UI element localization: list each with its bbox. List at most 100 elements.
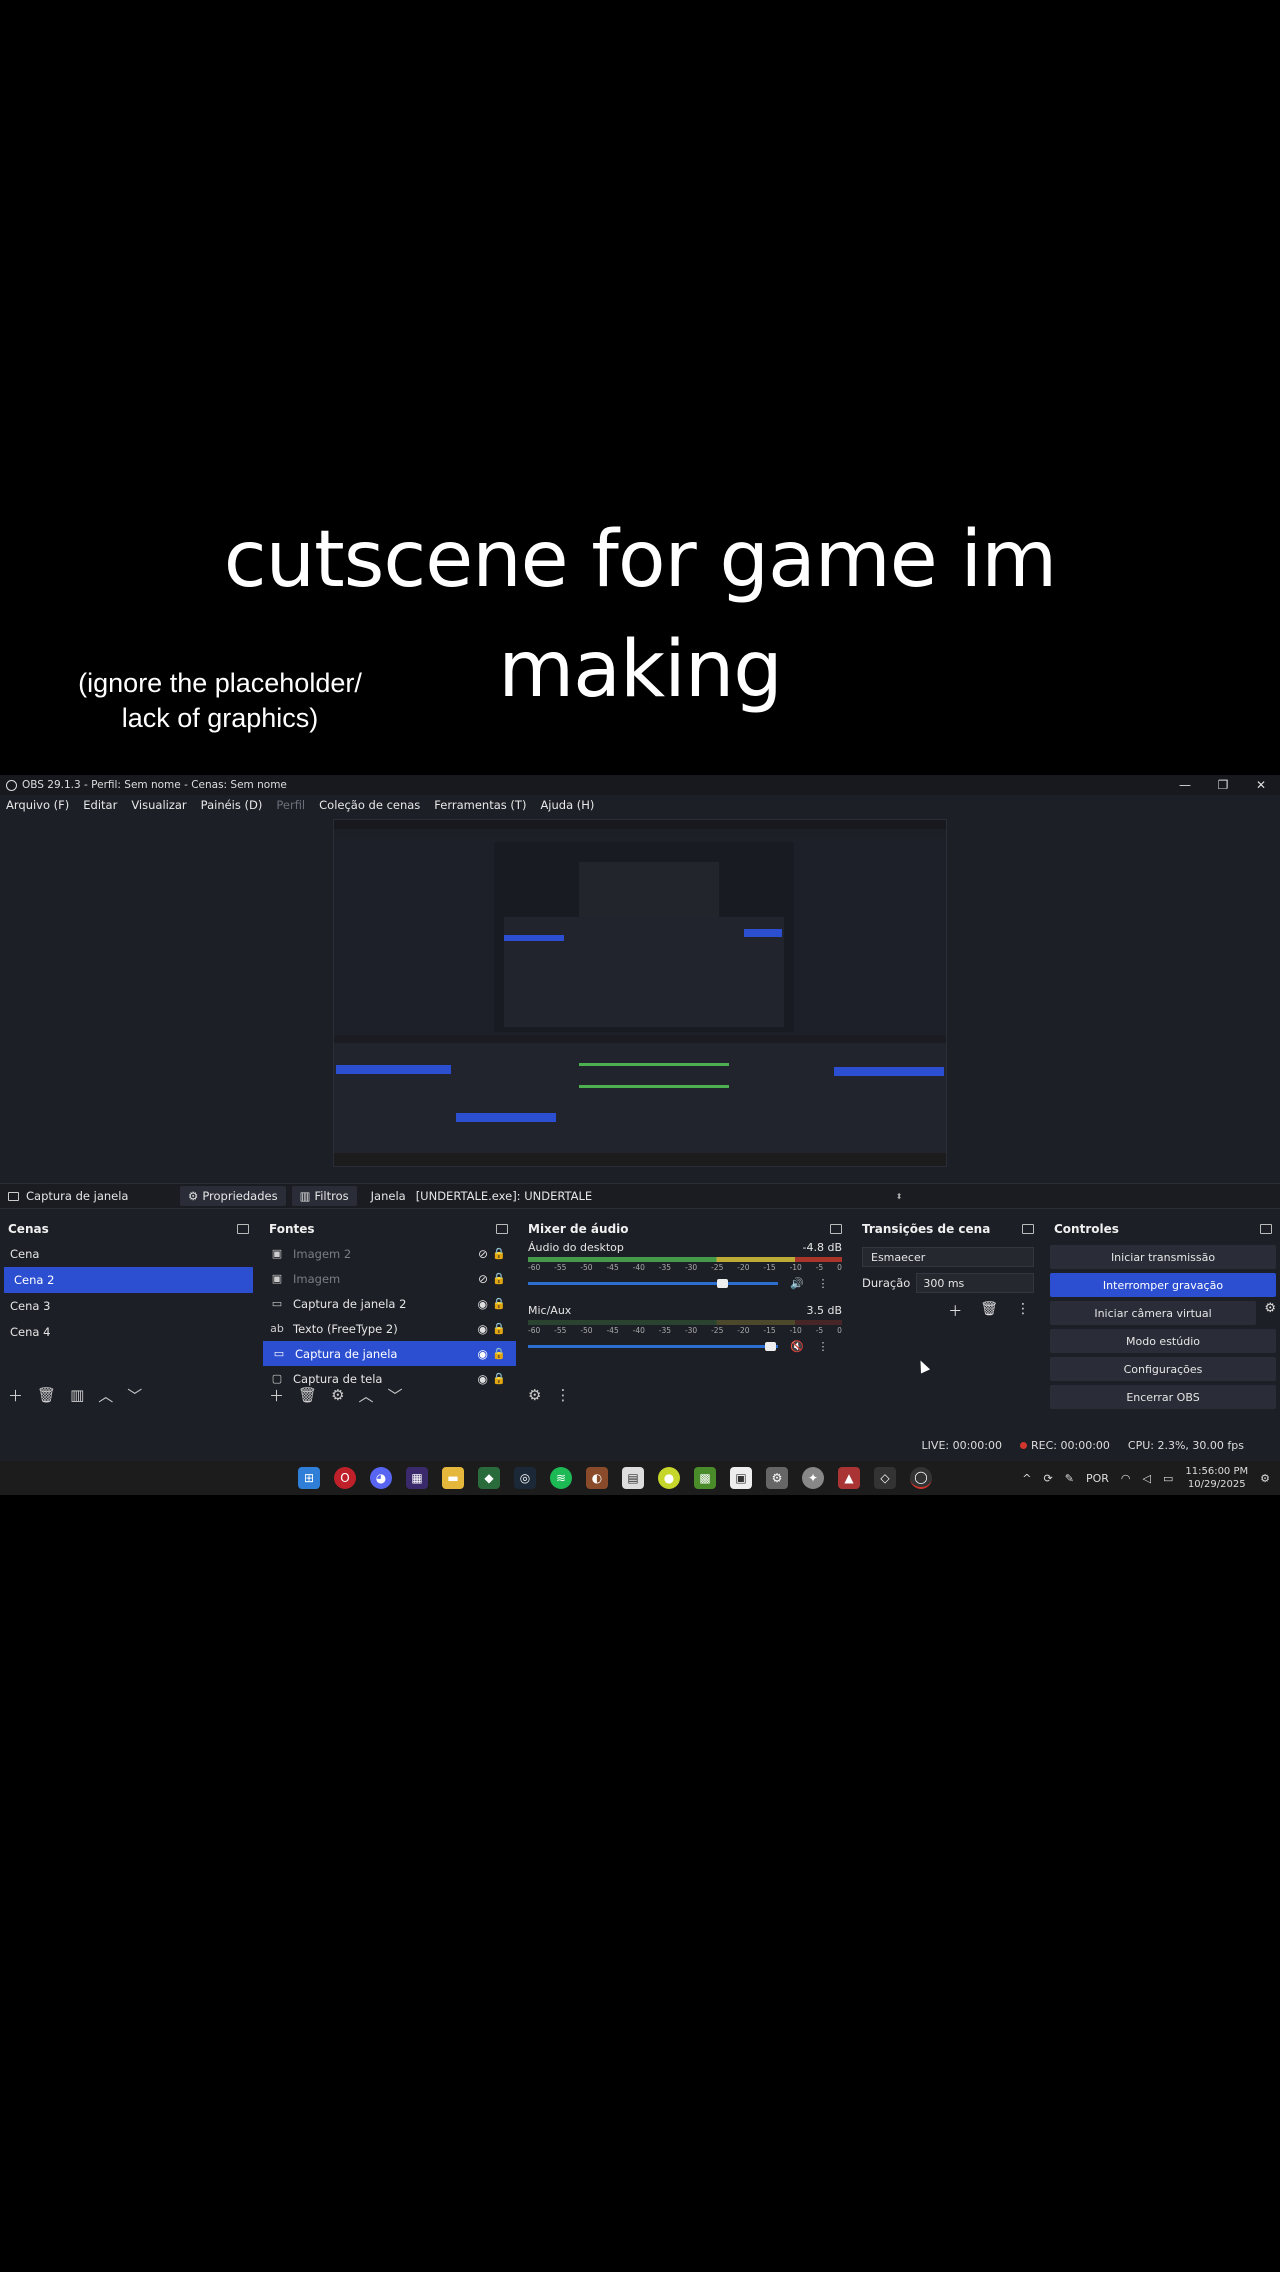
chevron-down-icon[interactable]: ﹀ xyxy=(388,1385,403,1406)
eye-hidden-icon[interactable]: ⊘ xyxy=(478,1247,488,1261)
filters-button[interactable]: ▥ Filtros xyxy=(291,1186,357,1206)
scene-item-selected[interactable]: Cena 2 xyxy=(4,1267,253,1293)
exit-button[interactable]: Encerrar OBS xyxy=(1050,1385,1276,1409)
lock-icon[interactable]: 🔒 xyxy=(492,1272,506,1285)
steam-icon[interactable]: ◎ xyxy=(514,1467,536,1489)
scene-item[interactable]: Cena xyxy=(0,1241,257,1267)
spotify-icon[interactable]: ≋ xyxy=(550,1467,572,1489)
lock-icon[interactable]: 🔒 xyxy=(492,1297,506,1310)
app-icon[interactable]: ▣ xyxy=(730,1467,752,1489)
undock-icon[interactable] xyxy=(1260,1224,1272,1234)
undock-icon[interactable] xyxy=(1022,1224,1034,1234)
undock-icon[interactable] xyxy=(237,1224,249,1234)
settings-button[interactable]: Configurações xyxy=(1050,1357,1276,1381)
chevron-up-icon[interactable]: ^ xyxy=(1022,1472,1031,1485)
settings-icon[interactable]: ⚙ xyxy=(766,1467,788,1489)
battery-icon[interactable]: ▭ xyxy=(1163,1472,1173,1485)
ide-icon[interactable]: ▦ xyxy=(406,1467,428,1489)
godot-icon[interactable]: ◇ xyxy=(874,1467,896,1489)
chevron-up-icon[interactable]: ︿ xyxy=(98,1385,113,1406)
trash-icon[interactable]: 🗑 xyxy=(298,1386,317,1404)
menu-profile[interactable]: Perfil xyxy=(276,798,305,812)
add-icon[interactable]: ＋ xyxy=(8,1385,23,1406)
source-item[interactable]: ab Texto (FreeType 2) ◉ 🔒 xyxy=(261,1316,516,1341)
minecraft-icon[interactable]: ▩ xyxy=(694,1467,716,1489)
kebab-menu-icon[interactable]: ⋮ xyxy=(816,1340,830,1353)
filter-icon[interactable]: ▥ xyxy=(70,1386,84,1404)
eye-icon[interactable]: ◉ xyxy=(478,1322,488,1336)
duration-input[interactable]: 300 ms xyxy=(916,1273,1034,1293)
add-icon[interactable]: ＋ xyxy=(948,1301,962,1321)
app-icon[interactable]: ✦ xyxy=(802,1467,824,1489)
tennis-icon[interactable]: ● xyxy=(658,1467,680,1489)
lock-icon[interactable]: 🔒 xyxy=(492,1247,506,1260)
wifi-icon[interactable]: ◠ xyxy=(1121,1472,1131,1485)
kebab-menu-icon[interactable]: ⋮ xyxy=(816,1277,830,1290)
undock-icon[interactable] xyxy=(830,1224,842,1234)
trash-icon[interactable]: 🗑 xyxy=(980,1301,998,1321)
menu-edit[interactable]: Editar xyxy=(83,798,117,812)
add-icon[interactable]: ＋ xyxy=(269,1385,284,1406)
slider-knob[interactable] xyxy=(764,1341,776,1351)
app-icon[interactable]: ▲ xyxy=(838,1467,860,1489)
eye-hidden-icon[interactable]: ⊘ xyxy=(478,1272,488,1286)
start-virtual-camera-button[interactable]: Iniciar câmera virtual xyxy=(1050,1301,1256,1325)
speaker-icon[interactable]: 🔊 xyxy=(790,1277,804,1290)
gear-icon[interactable]: ⚙ xyxy=(1264,1301,1276,1316)
muted-speaker-icon[interactable]: 🔇 xyxy=(790,1340,804,1353)
menu-tools[interactable]: Ferramentas (T) xyxy=(434,798,526,812)
volume-slider[interactable] xyxy=(528,1341,778,1351)
start-streaming-button[interactable]: Iniciar transmissão xyxy=(1050,1245,1276,1269)
game-maker-icon[interactable]: ◆ xyxy=(478,1467,500,1489)
source-item[interactable]: ▭ Captura de janela 2 ◉ 🔒 xyxy=(261,1291,516,1316)
lock-icon[interactable]: 🔒 xyxy=(492,1347,506,1360)
source-item[interactable]: ▣ Imagem 2 ⊘ 🔒 xyxy=(261,1241,516,1266)
scene-item[interactable]: Cena 4 xyxy=(0,1319,257,1345)
menu-scene-collection[interactable]: Coleção de cenas xyxy=(319,798,420,812)
chevron-down-icon[interactable]: ﹀ xyxy=(127,1385,142,1406)
windows-start-icon[interactable]: ⊞ xyxy=(298,1467,320,1489)
eye-icon[interactable]: ◉ xyxy=(478,1297,488,1311)
discord-icon[interactable]: ◕ xyxy=(370,1467,392,1489)
trash-icon[interactable]: 🗑 xyxy=(37,1386,56,1404)
clock[interactable]: 11:56:00 PM 10/29/2025 xyxy=(1185,1465,1248,1491)
folder-icon[interactable]: ▬ xyxy=(442,1467,464,1489)
minimize-button[interactable]: — xyxy=(1166,778,1204,792)
menu-file[interactable]: Arquivo (F) xyxy=(6,798,69,812)
scene-item[interactable]: Cena 3 xyxy=(0,1293,257,1319)
pen-icon[interactable]: ✎ xyxy=(1065,1472,1074,1485)
close-button[interactable]: ✕ xyxy=(1242,778,1280,792)
dropdown-arrows-icon[interactable]: ⬍ xyxy=(896,1192,903,1201)
window-select[interactable]: [UNDERTALE.exe]: UNDERTALE xyxy=(416,1189,896,1203)
properties-button[interactable]: ⚙ Propriedades xyxy=(180,1186,286,1206)
slider-knob[interactable] xyxy=(717,1278,728,1288)
stop-recording-button[interactable]: Interromper gravação xyxy=(1050,1273,1276,1297)
source-item[interactable]: ▣ Imagem ⊘ 🔒 xyxy=(261,1266,516,1291)
eye-icon[interactable]: ◉ xyxy=(478,1347,488,1361)
volume-slider[interactable] xyxy=(528,1278,778,1288)
chevron-up-icon[interactable]: ︿ xyxy=(359,1385,374,1406)
source-item-selected[interactable]: ▭ Captura de janela ◉ 🔒 xyxy=(263,1341,516,1366)
preview-canvas[interactable] xyxy=(333,819,947,1167)
maximize-button[interactable]: ❐ xyxy=(1204,778,1242,792)
notepad-icon[interactable]: ▤ xyxy=(622,1467,644,1489)
notification-icon[interactable]: ⚙ xyxy=(1260,1472,1270,1485)
transition-select[interactable]: Esmaecer xyxy=(862,1247,1034,1267)
obs-icon[interactable]: ◯ xyxy=(910,1467,932,1489)
menu-view[interactable]: Visualizar xyxy=(131,798,186,812)
language-indicator[interactable]: POR xyxy=(1086,1472,1109,1485)
studio-mode-button[interactable]: Modo estúdio xyxy=(1050,1329,1276,1353)
app-icon[interactable]: ◐ xyxy=(586,1467,608,1489)
gear-icon[interactable]: ⚙ xyxy=(331,1386,344,1404)
opera-icon[interactable]: O xyxy=(334,1467,356,1489)
lock-icon[interactable]: 🔒 xyxy=(492,1322,506,1335)
kebab-menu-icon[interactable]: ⋮ xyxy=(555,1386,570,1404)
menu-help[interactable]: Ajuda (H) xyxy=(540,798,594,812)
undock-icon[interactable] xyxy=(496,1224,508,1234)
kebab-menu-icon[interactable]: ⋮ xyxy=(1016,1301,1030,1321)
gear-icon[interactable]: ⚙ xyxy=(528,1386,541,1404)
menu-docks[interactable]: Painéis (D) xyxy=(201,798,263,812)
scenes-list: Cena Cena 2 Cena 3 Cena 4 xyxy=(0,1241,257,1381)
sync-icon[interactable]: ⟳ xyxy=(1044,1472,1053,1485)
volume-icon[interactable]: ◁ xyxy=(1143,1472,1151,1485)
